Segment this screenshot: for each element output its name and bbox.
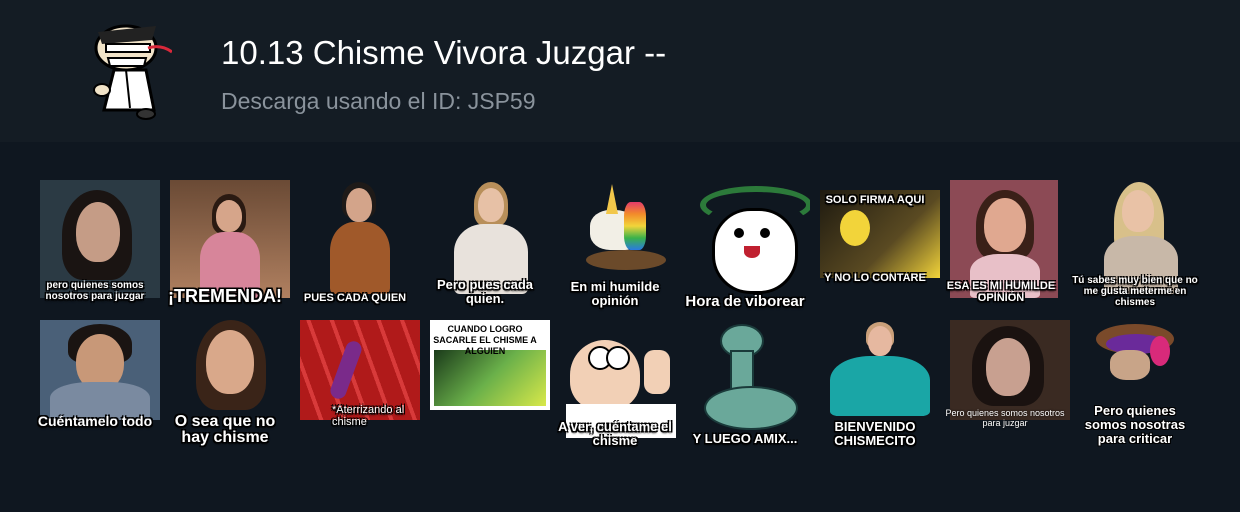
sticker-caption: *Aterrizando al chisme [332, 404, 405, 428]
pack-download-id: Descarga usando el ID: JSP59 [221, 88, 536, 114]
sticker-caption: PUES CADA QUIEN [303, 292, 407, 304]
sticker-item[interactable]: pero quienes somos nosotros para juzgar [30, 170, 160, 310]
sticker-caption: BIENVENIDO CHISMECITO [834, 419, 916, 448]
sticker-image [690, 180, 810, 298]
sticker-item[interactable]: BIENVENIDO CHISMECITO [810, 310, 940, 450]
sticker-item[interactable]: *Aterrizando al chisme [290, 310, 420, 450]
sticker-item[interactable]: En mi humilde opinión [550, 170, 680, 310]
sticker-caption: Hora de viborear [685, 293, 805, 310]
sticker-item[interactable]: PUES CADA QUIEN [290, 170, 420, 310]
sticker-grid: pero quienes somos nosotros para juzgar … [30, 170, 1210, 450]
sticker-item[interactable]: CUANDO LOGRO SACARLE EL CHISME A ALGUIEN [420, 310, 550, 450]
sticker-item[interactable]: A ver, cuéntame el chisme [550, 310, 680, 450]
sticker-image [950, 320, 1070, 420]
sticker-image [690, 320, 810, 438]
sticker-caption: Y LUEGO AMIX... [692, 431, 798, 446]
sticker-item[interactable]: Cuéntamelo todo [30, 310, 160, 450]
sticker-caption: CUANDO LOGRO SACARLE EL CHISME A ALGUIEN [433, 324, 537, 356]
sticker-caption: ESA ES MI HUMILDE OPINIÓN [946, 280, 1056, 304]
sticker-item[interactable]: Pero pues cada quien. [420, 170, 550, 310]
sticker-image [40, 320, 160, 420]
sticker-image [300, 180, 420, 298]
sticker-caption: Pero quienes somos nosotros para juzgar [945, 408, 1065, 428]
sticker-caption: Tú sabes muy bien que no me gusta meterm… [1072, 275, 1198, 308]
pack-title: 10.13 Chisme Vivora Juzgar -- [221, 34, 667, 71]
sticker-item[interactable]: O sea que no hay chisme [160, 310, 290, 450]
sticker-item[interactable]: Pero quienes somos nosotras para critica… [1070, 310, 1200, 450]
sticker-item[interactable]: Hora de viborear [680, 170, 810, 310]
sticker-item[interactable]: Tú sabes muy bien que no me gusta meterm… [1070, 170, 1200, 310]
sticker-item[interactable]: Pero quienes somos nosotros para juzgar [940, 310, 1070, 450]
sticker-caption-2: Y NO LO CONTARE [824, 272, 926, 284]
sticker-caption: O sea que no hay chisme [174, 413, 276, 446]
sticker-item[interactable]: SOLO FIRMA AQUI Y NO LO CONTARE [810, 170, 940, 310]
sticker-caption: En mi humilde opinión [570, 279, 660, 308]
cartoon-man-icon [93, 24, 172, 120]
pack-header: 10.13 Chisme Vivora Juzgar -- Descarga u… [0, 0, 1240, 142]
sticker-caption: A ver, cuéntame el chisme [558, 419, 672, 448]
sticker-item[interactable]: ESA ES MI HUMILDE OPINIÓN [940, 170, 1070, 310]
sticker-caption: SOLO FIRMA AQUI [825, 194, 925, 206]
sticker-item[interactable]: ¡TREMENDA! [160, 170, 290, 310]
sticker-image [170, 180, 290, 298]
sticker-item[interactable]: Y LUEGO AMIX... [680, 310, 810, 450]
sticker-caption: pero quienes somos nosotros para juzgar [45, 280, 145, 302]
sticker-caption: Cuéntamelo todo [37, 413, 153, 429]
sticker-caption: Pero quienes somos nosotras para critica… [1084, 403, 1186, 446]
sticker-caption: ¡TREMENDA! [168, 286, 282, 306]
sticker-caption: Pero pues cada quien. [436, 277, 534, 306]
